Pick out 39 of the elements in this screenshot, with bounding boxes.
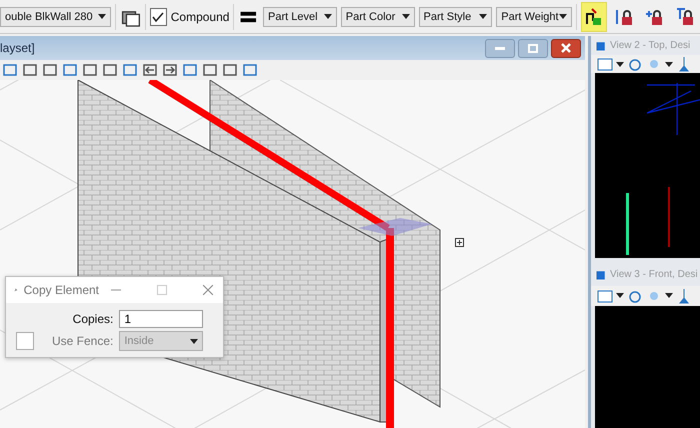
caret-icon xyxy=(324,14,332,19)
view-attributes-icon[interactable] xyxy=(597,56,613,72)
caret-icon xyxy=(665,293,673,298)
caret-icon xyxy=(98,14,106,19)
close-icon[interactable] xyxy=(203,285,213,295)
part-attribute-dropdown[interactable]: Part Color xyxy=(340,6,415,26)
use-fence-label: Use Fence: xyxy=(52,334,114,348)
maximize-icon xyxy=(528,44,538,52)
cube-icon[interactable] xyxy=(595,40,607,52)
caret-icon xyxy=(616,293,624,298)
view-attributes-icon[interactable] xyxy=(597,288,613,304)
dialog-title: Copy Element xyxy=(24,283,99,297)
caret-icon xyxy=(190,338,198,344)
smart-lock-button[interactable] xyxy=(580,2,607,32)
crosshair-icon xyxy=(455,238,464,247)
wall-style-dropdown[interactable]: ouble BlkWall 280 xyxy=(0,6,112,26)
part-attribute-dropdown[interactable]: Part Weight xyxy=(496,6,572,26)
view-title: View 2 - Top, Desi xyxy=(610,40,690,52)
minimize-icon xyxy=(495,46,505,50)
view-title: View 3 - Front, Desi xyxy=(610,269,698,280)
compound-checkbox[interactable] xyxy=(150,8,167,26)
caret-icon xyxy=(479,14,488,19)
tool-icon xyxy=(584,6,604,28)
minimize-button[interactable] xyxy=(485,38,515,58)
close-button[interactable] xyxy=(551,38,581,58)
view-window-title: layset] xyxy=(0,41,35,55)
cube-icon[interactable] xyxy=(595,268,607,281)
caret-icon xyxy=(558,14,567,19)
caret-icon xyxy=(402,14,410,19)
caret-icon xyxy=(616,62,624,66)
copies-label: Copies: xyxy=(72,312,114,326)
part-attribute-dropdown[interactable]: Part Level xyxy=(263,6,337,26)
close-icon xyxy=(561,43,571,53)
caret-icon xyxy=(665,62,673,66)
copies-input-field[interactable]: 1 xyxy=(119,310,204,328)
lock-icon xyxy=(674,6,695,28)
compound-label: Compound xyxy=(170,10,230,24)
part-attribute-dropdown[interactable]: Part Style xyxy=(418,6,492,26)
checkmark-icon xyxy=(152,12,164,22)
